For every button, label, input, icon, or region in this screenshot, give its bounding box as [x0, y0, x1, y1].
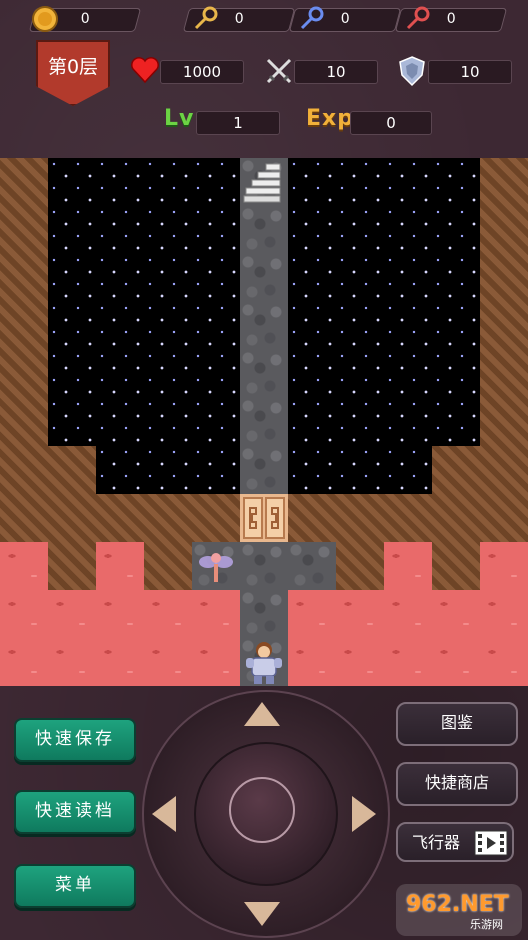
attack-value: 10 [326, 63, 346, 81]
starry-void-right [288, 158, 480, 446]
lava-pool [480, 542, 528, 686]
arrow-right-icon[interactable] [350, 794, 378, 834]
resource-bar: 0 0 0 0 [0, 0, 528, 40]
stone-path-upper [240, 158, 288, 494]
starry-void-left-lower [96, 446, 240, 494]
dpad-center-button[interactable] [229, 777, 295, 843]
film-icon [474, 830, 508, 856]
floor-label: 第0层 [47, 56, 99, 78]
quick-load-button[interactable]: 快速读档 [14, 790, 136, 834]
exp-value: 0 [386, 114, 396, 132]
defense-value: 10 [460, 63, 480, 81]
lava-pool [384, 542, 432, 686]
lava-pool [288, 590, 384, 686]
lava-pool [144, 590, 240, 686]
upstairs-icon[interactable] [240, 158, 288, 206]
watermark-brand: 962.NET [406, 892, 509, 917]
arrow-down-icon[interactable] [242, 900, 282, 928]
starry-void-right-lower [288, 446, 432, 494]
blue-key-icon [300, 6, 324, 30]
menu-button[interactable]: 菜单 [14, 864, 136, 908]
hero-player-icon [246, 642, 282, 684]
exp-box: 0 [350, 111, 432, 135]
fly-button-label: 飞行器 [412, 833, 461, 852]
watermark-sub: 乐游网 [470, 918, 503, 931]
attack-box: 10 [294, 60, 378, 84]
defense-box: 10 [428, 60, 512, 84]
heart-icon [131, 57, 159, 84]
lv-label: Lv [164, 106, 195, 131]
quick-shop-button[interactable]: 快捷商店 [396, 762, 518, 806]
lv-box: 1 [196, 111, 280, 135]
monster-book-button[interactable]: 图鉴 [396, 702, 518, 746]
crossed-swords-icon [266, 58, 292, 84]
quick-save-button[interactable]: 快速保存 [14, 718, 136, 762]
lv-value: 1 [233, 114, 243, 132]
coin-icon [32, 6, 58, 32]
game-map[interactable] [0, 158, 528, 686]
door-icon[interactable] [240, 494, 288, 542]
yellow-key-icon [194, 6, 218, 30]
hp-box: 1000 [160, 60, 244, 84]
hp-value: 1000 [182, 63, 222, 81]
exp-label: Exp [306, 106, 354, 131]
arrow-left-icon[interactable] [150, 794, 178, 834]
arrow-up-icon[interactable] [242, 700, 282, 728]
red-key-icon [406, 6, 430, 30]
lava-pool [96, 542, 144, 686]
starry-void-left [48, 158, 240, 446]
shield-icon [399, 56, 425, 87]
lava-pool [48, 590, 96, 686]
fairy-npc-icon[interactable] [196, 542, 236, 590]
lava-pool [432, 590, 480, 686]
lava-pool [0, 542, 48, 686]
